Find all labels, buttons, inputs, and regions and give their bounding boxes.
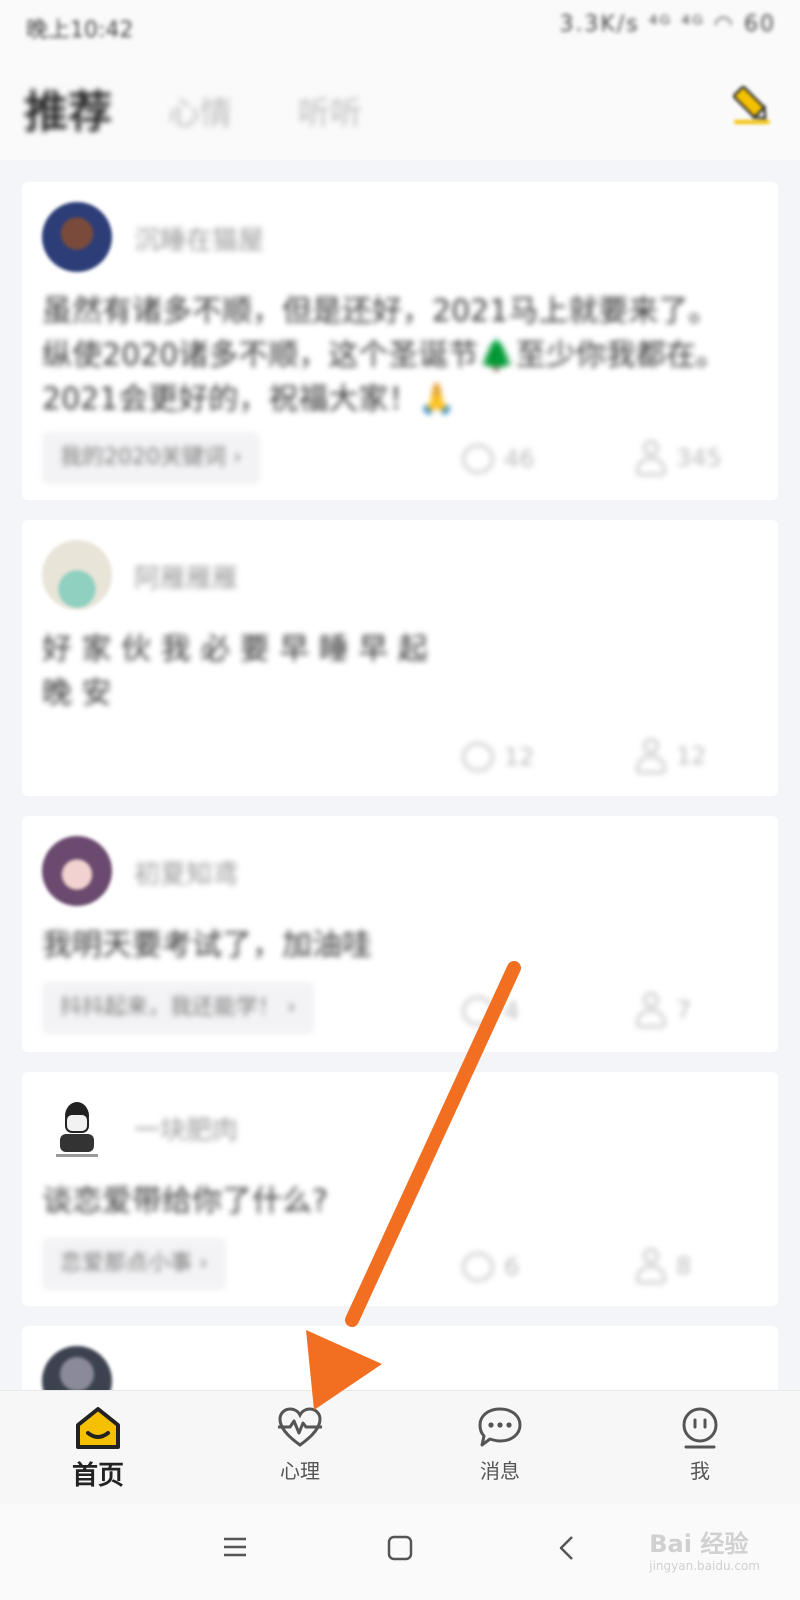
comment-count[interactable]: 46 — [462, 444, 535, 474]
hug-count-value: 345 — [676, 444, 722, 472]
nav-home[interactable]: 首页 — [38, 1405, 158, 1492]
hug-count-value: 12 — [676, 742, 707, 770]
hug-icon — [636, 1248, 666, 1284]
post-text-line: 晚 安 — [42, 676, 112, 711]
post-text: 谈恋爱带给你了什么? — [42, 1180, 752, 1224]
tab-recommend[interactable]: 推荐 — [24, 76, 112, 140]
post-card[interactable]: 一块肥肉 谈恋爱带给你了什么? 恋爱那点小事 › 6 8 — [22, 1072, 778, 1306]
nav-me-label: 我 — [690, 1459, 710, 1483]
post-text-line: 纵使2020诸多不顺，这个圣诞节🌲至少你我都在。 — [42, 338, 726, 373]
nav-messages[interactable]: 消息 — [440, 1405, 560, 1484]
comment-count-value: 6 — [504, 1253, 520, 1281]
nav-me[interactable]: 我 — [640, 1405, 760, 1484]
comment-count[interactable]: 4 — [462, 996, 519, 1026]
feed-list[interactable]: 沉睡在猫屋 虽然有诸多不顺，但是还好，2021马上就要来了。 纵使2020诸多不… — [0, 160, 800, 1390]
status-bar: 晚上10:42 3.3K/s ⁴ᴳ ⁴ᴳ ◠ 60 — [0, 0, 800, 52]
hug-count[interactable]: 7 — [636, 992, 691, 1028]
post-card[interactable]: 初夏知鸢 我明天要考试了，加油哇 抖抖起来，我还能学！ › 4 7 — [22, 816, 778, 1052]
chat-bubble-icon — [478, 1407, 522, 1447]
post-text: 虽然有诸多不顺，但是还好，2021马上就要来了。 纵使2020诸多不顺，这个圣诞… — [42, 290, 752, 422]
comment-count[interactable]: 6 — [462, 1252, 519, 1282]
pencil-icon[interactable] — [728, 82, 774, 128]
avatar[interactable] — [42, 1346, 112, 1390]
avatar[interactable] — [42, 1092, 112, 1162]
post-text-line: 虽然有诸多不顺，但是还好，2021马上就要来了。 — [42, 294, 719, 329]
nav-home-label: 首页 — [71, 1461, 124, 1491]
status-icons: 3.3K/s ⁴ᴳ ⁴ᴳ ◠ 60 — [559, 12, 776, 37]
watermark-url: jingyan.baidu.com — [649, 1559, 760, 1573]
post-card[interactable]: 沉睡在猫屋 虽然有诸多不顺，但是还好，2021马上就要来了。 纵使2020诸多不… — [22, 182, 778, 500]
post-text-line: 我明天要考试了，加油哇 — [42, 928, 372, 963]
comment-count-value: 4 — [504, 997, 520, 1025]
post-text-line: 谈恋爱带给你了什么? — [42, 1184, 328, 1219]
comment-count-value: 12 — [504, 743, 535, 771]
comment-count-value: 46 — [504, 445, 535, 473]
post-username[interactable]: 沉睡在猫屋 — [134, 220, 264, 257]
hug-count[interactable]: 345 — [636, 440, 722, 476]
comment-icon — [462, 444, 494, 474]
back-icon[interactable] — [556, 1534, 578, 1562]
post-card[interactable]: 阿雁雁雁 好 家 伙 我 必 要 早 睡 早 起 晚 安 12 12 — [22, 520, 778, 796]
tab-listen[interactable]: 听听 — [298, 88, 362, 134]
tab-mood[interactable]: 心情 — [168, 88, 232, 134]
bottom-nav: 首页 心理 消息 我 — [0, 1390, 800, 1505]
hug-icon — [636, 738, 666, 774]
hug-count-value: 8 — [676, 1252, 692, 1280]
post-username[interactable]: 初夏知鸢 — [134, 854, 238, 891]
avatar-figure-icon — [56, 1102, 98, 1157]
watermark: Bai 经验 jingyan.baidu.com — [649, 1524, 760, 1573]
comment-count[interactable]: 12 — [462, 742, 535, 772]
post-username[interactable]: 一块肥肉 — [134, 1110, 238, 1147]
topic-tag[interactable]: 恋爱那点小事 › — [42, 1238, 226, 1290]
avatar[interactable] — [42, 540, 112, 610]
nav-psychology[interactable]: 心理 — [240, 1405, 360, 1484]
hug-count[interactable]: 8 — [636, 1248, 691, 1284]
nav-messages-label: 消息 — [480, 1459, 520, 1483]
home-icon — [76, 1407, 120, 1449]
avatar[interactable] — [42, 202, 112, 272]
post-text: 我明天要考试了，加油哇 — [42, 924, 752, 968]
top-header: 推荐 心情 听听 — [0, 52, 800, 160]
menu-icon[interactable] — [222, 1534, 248, 1560]
heart-pulse-icon — [278, 1407, 322, 1447]
post-card[interactable] — [22, 1326, 778, 1390]
face-icon — [682, 1407, 718, 1449]
home-square-icon[interactable] — [386, 1534, 414, 1562]
topic-tag[interactable]: 抖抖起来，我还能学！ › — [42, 982, 314, 1034]
topic-tag[interactable]: 我的2020关键词 › — [42, 432, 260, 484]
hug-count-value: 7 — [676, 996, 692, 1024]
post-text-line: 2021会更好的，祝福大家！🙏 — [42, 382, 456, 417]
nav-psychology-label: 心理 — [280, 1459, 320, 1483]
post-text: 好 家 伙 我 必 要 早 睡 早 起 晚 安 — [42, 628, 752, 716]
hug-icon — [636, 992, 666, 1028]
hug-icon — [636, 440, 666, 476]
avatar[interactable] — [42, 836, 112, 906]
post-username[interactable]: 阿雁雁雁 — [134, 558, 238, 595]
comment-icon — [462, 742, 494, 772]
comment-icon — [462, 996, 494, 1026]
post-text-line: 好 家 伙 我 必 要 早 睡 早 起 — [42, 632, 428, 667]
watermark-text: Bai 经验 — [649, 1530, 749, 1558]
comment-icon — [462, 1252, 494, 1282]
hug-count[interactable]: 12 — [636, 738, 707, 774]
status-time: 晚上10:42 — [26, 18, 134, 43]
